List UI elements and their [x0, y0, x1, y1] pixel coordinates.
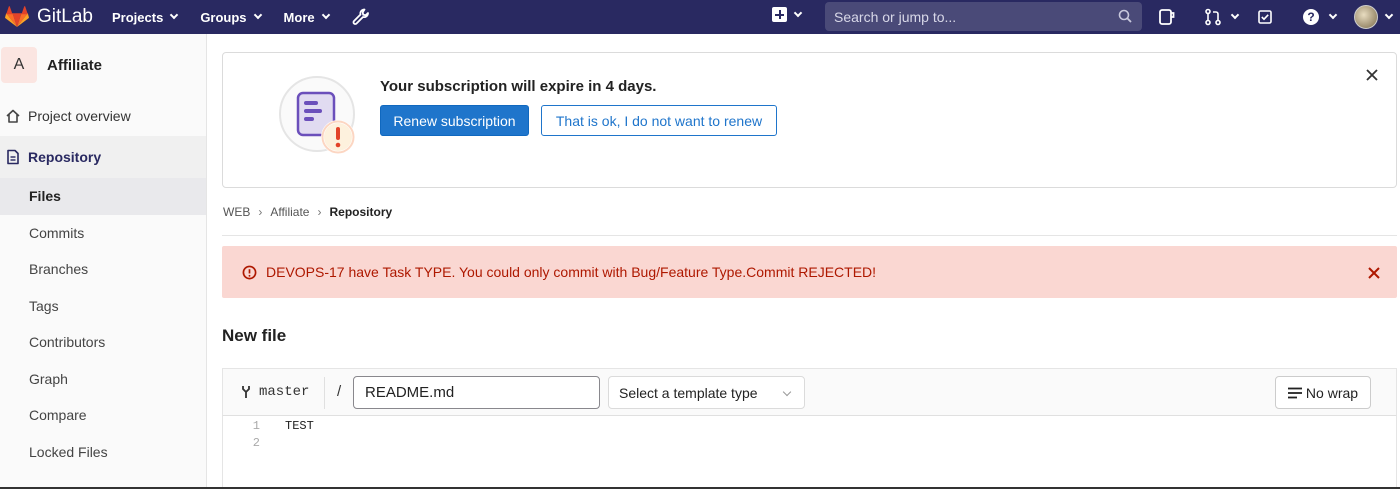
breadcrumb-item-affiliate[interactable]: Affiliate [270, 205, 309, 219]
project-sidebar: A Affiliate Project overview Repository … [0, 34, 207, 489]
sidebar-subitem-label: Compare [29, 407, 87, 424]
error-icon [242, 265, 257, 279]
chevron-down-icon [1328, 10, 1338, 20]
top-navbar: GitLab Projects Groups More Search or ju… [0, 0, 1400, 34]
sidebar-item-label: Repository [28, 149, 102, 165]
line-number: 2 [252, 436, 260, 450]
projects-menu-label: Projects [112, 9, 164, 25]
toolbar-divider [324, 377, 325, 409]
chevron-down-icon [253, 10, 262, 20]
help-icon: ? [1303, 9, 1319, 25]
error-alert: DEVOPS-17 have Task TYPE. You could only… [222, 246, 1397, 298]
sidebar-subitem-label: Files [29, 188, 61, 205]
sidebar-item-label: Project overview [28, 108, 131, 124]
wrap-lines-icon [1287, 387, 1302, 398]
branch-indicator: master [240, 384, 309, 400]
chevron-right-icon: › [317, 205, 322, 219]
issues-link[interactable] [1158, 8, 1186, 26]
todo-check-icon [1258, 10, 1272, 24]
sidebar-subitem-branches[interactable]: Branches [0, 251, 206, 288]
nav-menu: Projects Groups More [112, 8, 370, 26]
file-editor-toolbar: master / README.md Select a template typ… [222, 368, 1397, 416]
error-alert-message: DEVOPS-17 have Task TYPE. You could only… [266, 264, 877, 280]
chevron-down-icon [1230, 10, 1240, 20]
sidebar-subitem-label: Graph [29, 370, 68, 387]
path-separator: / [337, 383, 342, 400]
sidebar-item-project-overview[interactable]: Project overview [0, 96, 206, 136]
sidebar-subitem-contributors[interactable]: Contributors [0, 324, 206, 361]
search-icon [1118, 9, 1132, 23]
more-menu[interactable]: More [283, 9, 330, 25]
sidebar-subitem-tags[interactable]: Tags [0, 288, 206, 325]
nav-right-actions: ? [1158, 5, 1400, 29]
brand-name: GitLab [37, 6, 93, 27]
sidebar-subitem-label: Tags [29, 297, 59, 314]
sidebar-item-repository[interactable]: Repository [0, 136, 206, 178]
subscription-banner: Your subscription will expire in 4 days.… [222, 52, 1397, 188]
plus-square-icon [772, 7, 787, 22]
new-dropdown[interactable] [772, 7, 803, 22]
code-line: TEST [285, 419, 314, 433]
template-type-select[interactable]: Select a template type [608, 376, 805, 409]
sidebar-subitem-label: Contributors [29, 334, 106, 351]
document-icon [7, 149, 19, 165]
close-icon[interactable] [1366, 69, 1378, 81]
merge-request-icon [1205, 8, 1221, 26]
sidebar-subitem-commits[interactable]: Commits [0, 215, 206, 252]
groups-menu[interactable]: Groups [200, 9, 262, 25]
chevron-down-icon [1384, 10, 1394, 20]
user-menu[interactable] [1354, 5, 1394, 29]
sidebar-subitem-graph[interactable]: Graph [0, 361, 206, 398]
svg-text:?: ? [1307, 10, 1314, 24]
breadcrumb-item-web[interactable]: WEB [223, 205, 250, 219]
chevron-down-icon [321, 10, 330, 20]
close-icon[interactable] [1368, 267, 1380, 279]
breadcrumb-current[interactable]: Repository [329, 205, 392, 219]
chevron-down-icon [793, 8, 803, 17]
sidebar-subitem-label: Locked Files [29, 443, 108, 460]
project-avatar: A [1, 47, 37, 83]
projects-menu[interactable]: Projects [112, 9, 179, 25]
sidebar-subitem-locked-files[interactable]: Locked Files [0, 434, 206, 471]
renew-subscription-button[interactable]: Renew subscription [380, 105, 529, 136]
decline-renew-button[interactable]: That is ok, I do not want to renew [541, 105, 777, 136]
merge-requests-dropdown[interactable] [1204, 8, 1240, 26]
chevron-right-icon: › [258, 205, 263, 219]
search-box[interactable]: Search or jump to... [825, 2, 1142, 31]
no-wrap-label: No wrap [1305, 384, 1359, 401]
help-dropdown[interactable]: ? [1302, 8, 1338, 26]
sidebar-subitem-files[interactable]: Files [0, 178, 206, 215]
branch-icon [242, 386, 250, 398]
groups-menu-label: Groups [200, 9, 247, 25]
breadcrumb: WEB › Affiliate › Repository [223, 205, 392, 219]
subscription-warning-illustration [279, 76, 355, 154]
file-name-input[interactable]: README.md [353, 376, 600, 409]
page-title: New file [222, 326, 287, 345]
chevron-down-icon [170, 10, 179, 20]
subscription-expiry-message: Your subscription will expire in 4 days. [380, 78, 657, 95]
line-number: 1 [252, 419, 260, 433]
tanuki-logo-icon [5, 6, 29, 27]
more-menu-label: More [283, 9, 315, 25]
sidebar-subitem-label: Commits [29, 224, 85, 241]
project-header[interactable]: A Affiliate [0, 34, 206, 96]
sidebar-subitem-compare[interactable]: Compare [0, 397, 206, 434]
breadcrumb-divider [222, 235, 1397, 236]
gitlab-logo[interactable]: GitLab [5, 6, 95, 28]
home-icon [6, 109, 20, 123]
sidebar-subitem-label: Branches [29, 261, 89, 278]
wrench-icon[interactable] [352, 8, 370, 26]
issues-icon [1159, 9, 1175, 25]
project-name: Affiliate [47, 56, 103, 74]
chevron-down-icon [782, 387, 792, 397]
template-type-placeholder: Select a template type [619, 384, 758, 401]
search-placeholder: Search or jump to... [834, 8, 957, 25]
todos-link[interactable] [1256, 8, 1284, 26]
no-wrap-button[interactable]: No wrap [1275, 376, 1371, 409]
user-avatar [1354, 5, 1378, 29]
code-editor[interactable]: 1 TEST 2 [222, 416, 1397, 489]
branch-name: master [259, 384, 310, 400]
